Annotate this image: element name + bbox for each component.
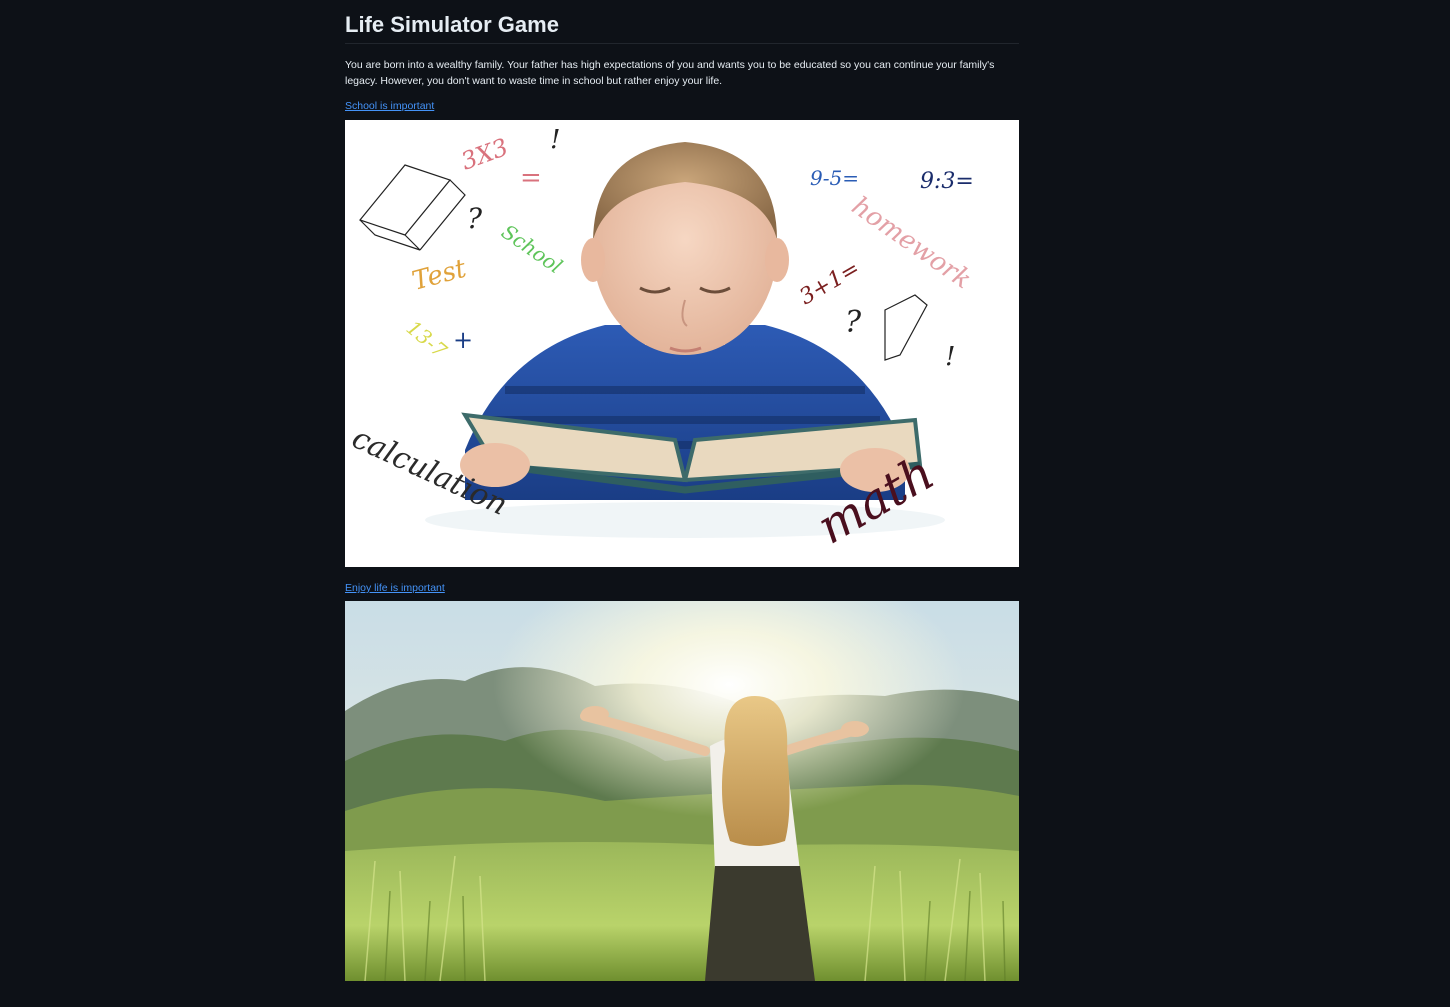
- doodle-exclaim-1: !: [550, 125, 560, 155]
- choice-school-link[interactable]: School is important: [345, 99, 434, 113]
- story-intro: You are born into a wealthy family. Your…: [345, 59, 995, 87]
- page-title: Life Simulator Game: [345, 0, 1019, 44]
- enjoy-life-choice-image[interactable]: [345, 601, 1019, 981]
- school-choice-image[interactable]: 3X3 = ! ? School Test 13-7 + 9-5= 9:3= h…: [345, 120, 1019, 567]
- story-page: Life Simulator Game You are born into a …: [345, 0, 1019, 981]
- doodle-plus: +: [453, 326, 473, 354]
- doodle-equals: =: [520, 163, 542, 193]
- choice-enjoy-life-link[interactable]: Enjoy life is important: [345, 581, 445, 595]
- doodle-9-5: 9-5=: [810, 166, 859, 190]
- doodle-question-2: ?: [845, 305, 862, 340]
- doodle-exclaim-2: !: [945, 342, 955, 372]
- doodle-question-1: ?: [467, 202, 483, 235]
- doodle-9-3: 9:3=: [920, 169, 974, 194]
